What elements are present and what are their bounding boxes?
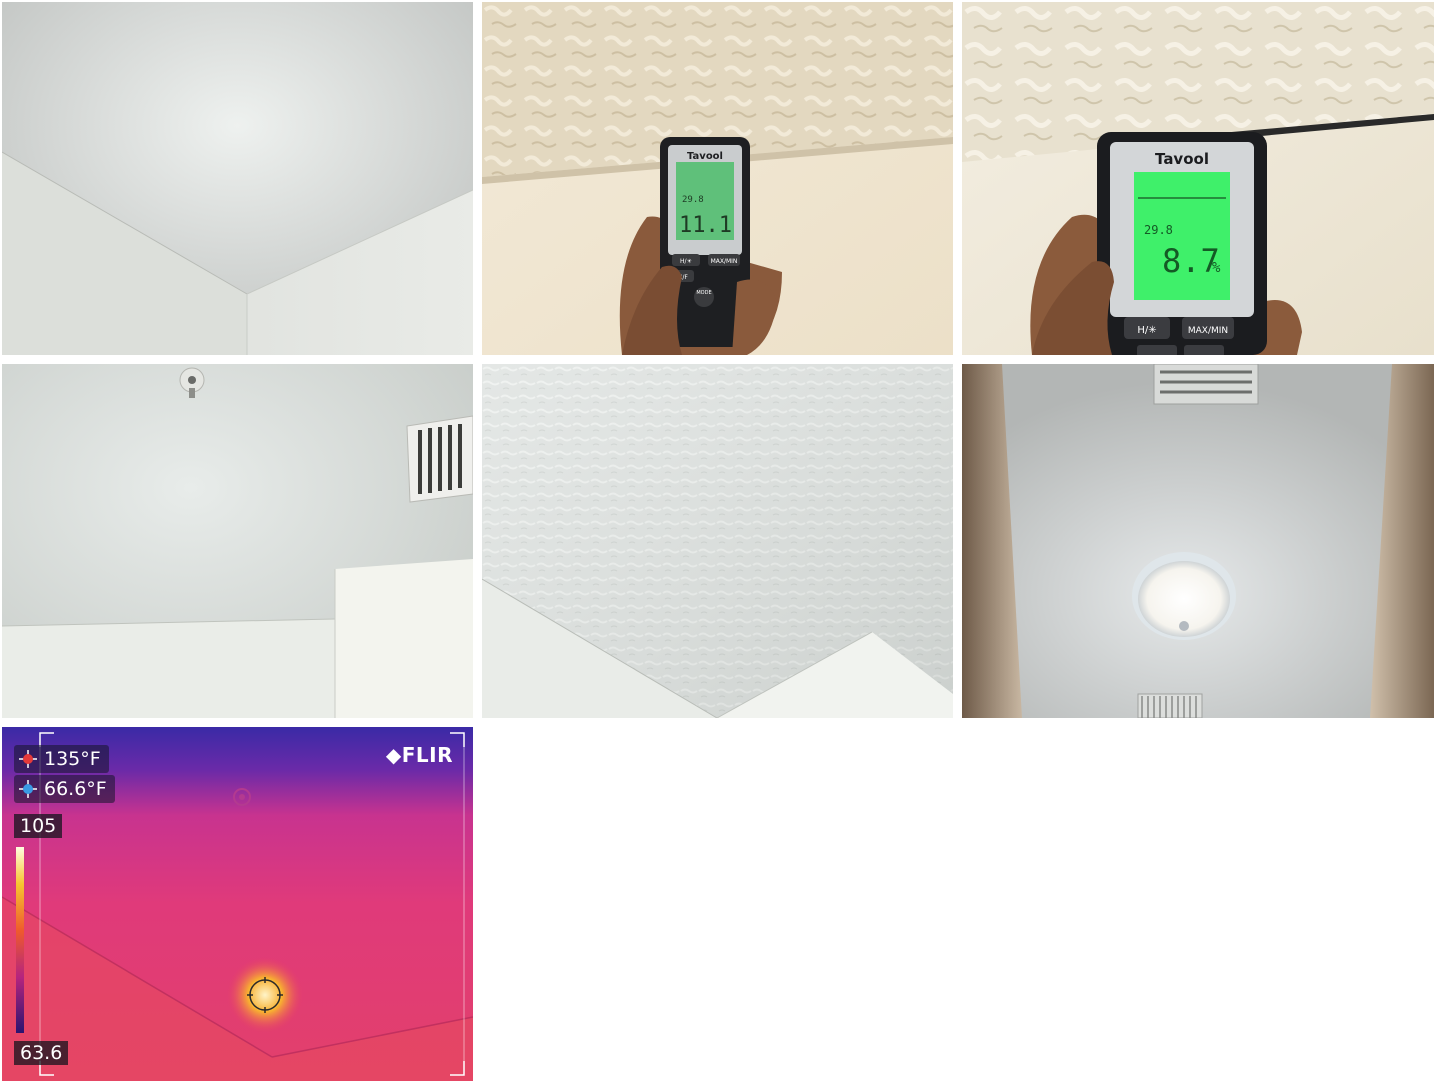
photo-thermal-image: ◆FLIR 135°F 66.6°F 105 63.6 xyxy=(2,727,473,1081)
crosshair-hot-icon xyxy=(18,749,38,769)
meter-mode-button: MODE xyxy=(696,290,711,296)
photo-ceiling-textured xyxy=(482,364,953,718)
photo-moisture-meter-reading: Tavool 29.8 8.7 % H/✳ MAX/MIN xyxy=(962,2,1434,355)
ceiling-light-image xyxy=(962,364,1434,718)
meter-reading: 11.1 xyxy=(679,213,732,238)
thermal-min-temp-row: 66.6°F xyxy=(14,775,115,803)
photo-ceiling-light xyxy=(962,364,1434,718)
meter-maxmin-button: MAX/MIN xyxy=(711,258,738,265)
photo-moisture-meter-close: Tavool 29.8 11.1 H/☀ MAX/MIN C/F MODE xyxy=(482,2,953,355)
thermal-scale-high: 105 xyxy=(14,814,63,838)
meter-brand: Tavool xyxy=(687,151,723,162)
meter-large-maxmin-button: MAX/MIN xyxy=(1188,326,1228,336)
thermal-color-scale xyxy=(16,847,24,1033)
crosshair-cold-icon xyxy=(18,779,38,799)
ceiling-corner-image xyxy=(2,2,473,355)
flir-logo: ◆FLIR xyxy=(385,743,453,767)
flir-diamond-icon: ◆ xyxy=(385,743,402,767)
thermal-hotspot xyxy=(227,957,303,1033)
meter-hold-button: H/☀ xyxy=(680,258,693,265)
moisture-meter-reading-image: Tavool 29.8 8.7 % H/✳ MAX/MIN xyxy=(962,2,1434,355)
meter-large-hold-button: H/✳ xyxy=(1137,325,1156,336)
meter-large-unit: % xyxy=(1212,260,1221,276)
moisture-meter-image: Tavool 29.8 11.1 H/☀ MAX/MIN C/F MODE xyxy=(482,2,953,355)
ceiling-vent-image xyxy=(2,364,473,718)
photo-ceiling-vent xyxy=(2,364,473,718)
thermal-max-temp: 135°F xyxy=(44,748,101,770)
meter-temp: 29.8 xyxy=(682,195,704,205)
photo-ceiling-corner xyxy=(2,2,473,355)
thermal-max-temp-row: 135°F xyxy=(14,745,109,773)
meter-large-temp: 29.8 xyxy=(1144,223,1173,237)
meter-large-brand: Tavool xyxy=(1155,150,1209,168)
thermal-scale-low: 63.6 xyxy=(14,1041,69,1065)
ceiling-textured-image xyxy=(482,364,953,718)
thermal-min-temp: 66.6°F xyxy=(44,778,107,800)
